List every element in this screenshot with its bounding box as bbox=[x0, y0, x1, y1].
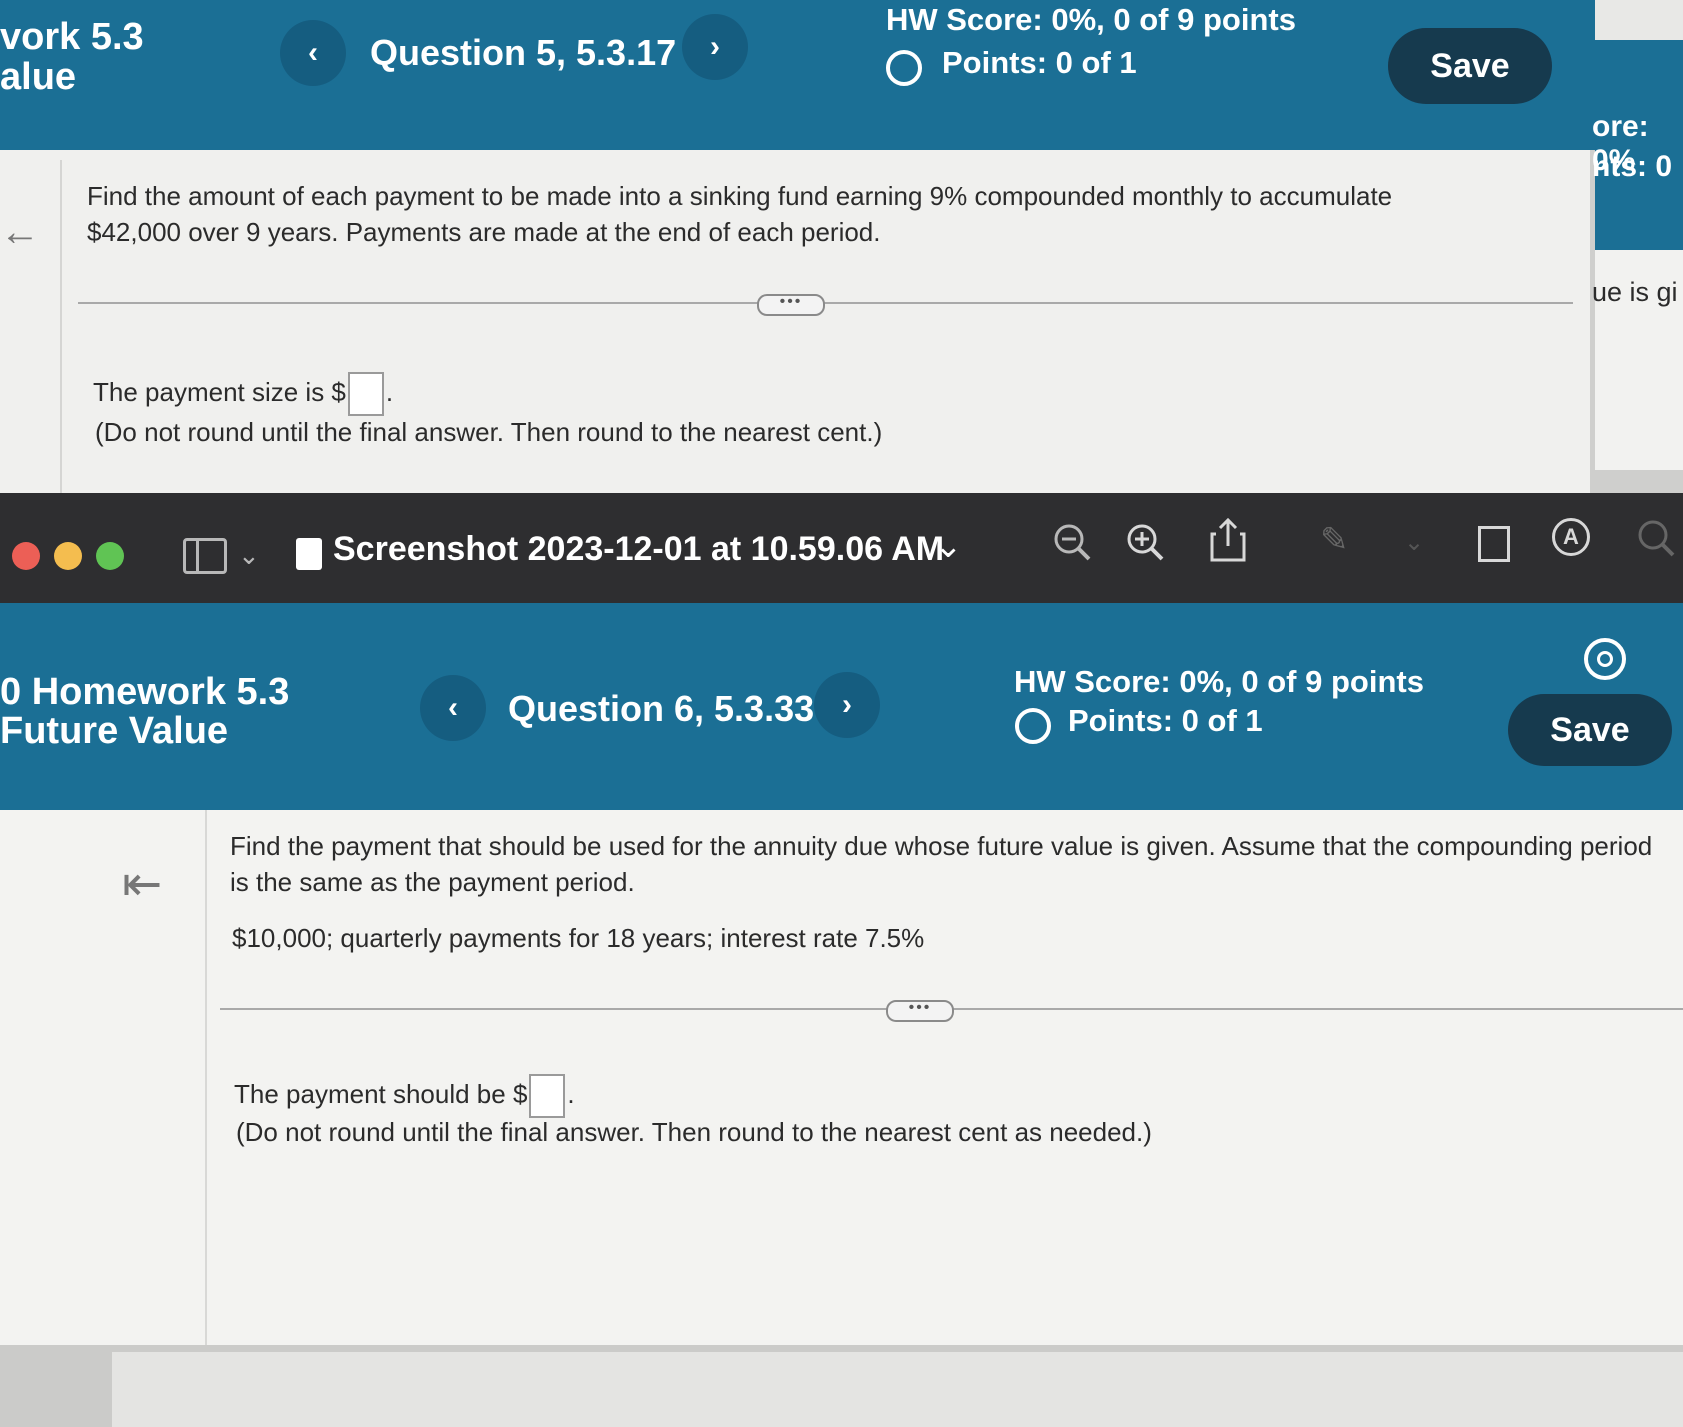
sidebar-toggle-icon[interactable] bbox=[183, 538, 227, 574]
chevron-left-icon: ‹ bbox=[448, 691, 458, 724]
back-arrow-icon[interactable]: ← bbox=[0, 210, 40, 255]
maximize-window-button[interactable] bbox=[96, 542, 124, 570]
markup-pencil-icon[interactable]: ✎ bbox=[1320, 520, 1349, 560]
payment-answer-input[interactable] bbox=[529, 1074, 566, 1118]
more-button[interactable]: ••• bbox=[757, 294, 825, 316]
side-points-fragment: nts: 0 bbox=[1592, 150, 1673, 183]
answer-note: (Do not round until the final answer. Th… bbox=[95, 417, 883, 447]
chevron-left-icon: ‹ bbox=[308, 36, 318, 69]
course-title-line1: 0 Homework 5.3 bbox=[0, 671, 290, 713]
answer-prefix: The payment should be $ bbox=[234, 1078, 528, 1109]
share-icon[interactable] bbox=[1208, 516, 1248, 564]
answer-note: (Do not round until the final answer. Th… bbox=[236, 1117, 1152, 1147]
rotate-icon[interactable] bbox=[1478, 526, 1510, 562]
zoom-in-icon[interactable] bbox=[1125, 522, 1165, 562]
top-right-background bbox=[1595, 0, 1683, 40]
bottom-left-sidebar bbox=[0, 810, 207, 1345]
points: Points: 0 of 1 bbox=[1068, 703, 1263, 738]
question-text: Find the payment that should be used for… bbox=[230, 831, 1653, 897]
next-question-button[interactable]: › bbox=[682, 14, 748, 80]
more-button[interactable]: ••• bbox=[886, 1000, 954, 1022]
minimize-window-button[interactable] bbox=[54, 542, 82, 570]
zoom-out-icon[interactable] bbox=[1052, 522, 1092, 562]
answer-line: The payment size is $. bbox=[93, 372, 393, 416]
answer-suffix: . bbox=[567, 1078, 575, 1109]
annotate-icon[interactable]: A bbox=[1552, 518, 1590, 556]
question-label[interactable]: Question 6, 5.3.33 bbox=[508, 688, 814, 730]
payment-answer-input[interactable] bbox=[347, 372, 384, 416]
divider bbox=[78, 302, 1573, 304]
hw-score: HW Score: 0%, 0 of 9 points bbox=[886, 2, 1296, 37]
document-icon bbox=[296, 538, 322, 570]
previous-question-button[interactable]: ‹ bbox=[280, 20, 346, 86]
underlying-window bbox=[112, 1352, 1683, 1427]
next-question-button[interactable]: › bbox=[814, 672, 880, 738]
search-icon[interactable] bbox=[1636, 518, 1676, 558]
points-status-icon bbox=[1015, 708, 1051, 744]
chevron-right-icon: › bbox=[842, 688, 852, 721]
course-title-line2: Future Value bbox=[0, 710, 229, 752]
markup-chevron-icon[interactable]: ⌄ bbox=[1404, 528, 1424, 557]
chevron-right-icon: › bbox=[710, 30, 720, 63]
hw-score: HW Score: 0%, 0 of 9 points bbox=[1014, 664, 1424, 699]
save-button[interactable]: Save bbox=[1508, 694, 1672, 766]
course-title-line2: alue bbox=[0, 56, 77, 98]
top-question-header bbox=[0, 0, 1595, 150]
settings-gear-icon[interactable] bbox=[1584, 638, 1626, 680]
side-text-fragment: ue is gi bbox=[1592, 277, 1678, 307]
close-window-button[interactable] bbox=[12, 542, 40, 570]
collapse-to-start-icon[interactable]: ⇤ bbox=[122, 856, 162, 912]
given-values: $10,000; quarterly payments for 18 years… bbox=[232, 923, 925, 953]
course-title-line1: vork 5.3 bbox=[0, 16, 144, 58]
title-chevron-icon[interactable]: ⌄ bbox=[934, 526, 963, 566]
points: Points: 0 of 1 bbox=[942, 45, 1137, 80]
question-text: Find the amount of each payment to be ma… bbox=[87, 181, 1393, 247]
previous-question-button[interactable]: ‹ bbox=[420, 675, 486, 741]
answer-prefix: The payment size is $ bbox=[93, 376, 346, 407]
answer-line: The payment should be $. bbox=[234, 1074, 575, 1118]
answer-suffix: . bbox=[385, 376, 394, 407]
save-button[interactable]: Save bbox=[1388, 28, 1552, 104]
document-title[interactable]: Screenshot 2023-12-01 at 10.59.06 AM bbox=[333, 530, 944, 569]
question-label[interactable]: Question 5, 5.3.17 bbox=[370, 32, 676, 74]
chevron-down-icon[interactable]: ⌄ bbox=[238, 540, 260, 571]
points-status-icon bbox=[886, 50, 922, 86]
